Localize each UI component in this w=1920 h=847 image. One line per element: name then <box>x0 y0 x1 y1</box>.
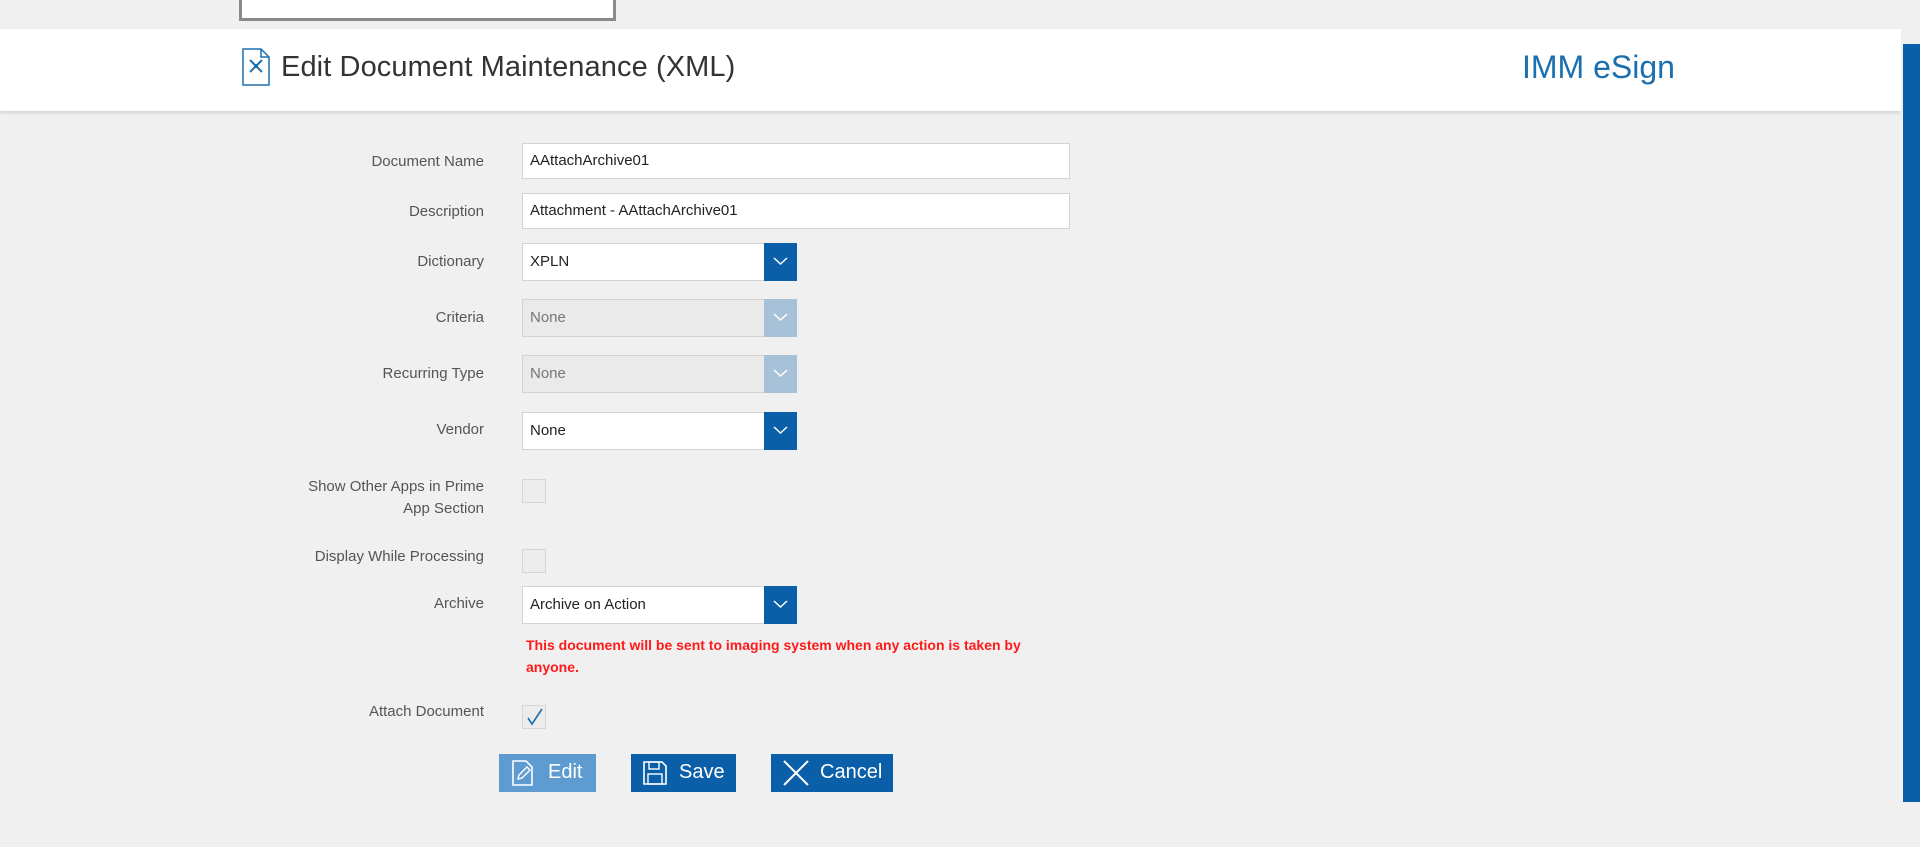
vendor-value: None <box>530 422 566 439</box>
document-name-label: Document Name <box>371 153 484 170</box>
criteria-value: None <box>530 309 566 326</box>
dictionary-select[interactable]: XPLN <box>522 243 797 281</box>
edit-pencil-icon <box>510 759 536 793</box>
dictionary-label: Dictionary <box>417 253 484 270</box>
cancel-button-label: Cancel <box>820 761 883 783</box>
chevron-down-icon <box>773 369 788 378</box>
scrollbar-thumb[interactable] <box>1903 44 1920 802</box>
archive-dropdown-button[interactable] <box>764 586 797 624</box>
edit-button[interactable]: Edit <box>499 754 596 792</box>
attach-document-checkbox[interactable] <box>522 705 546 729</box>
vendor-select[interactable]: None <box>522 412 797 450</box>
criteria-select: None <box>522 299 797 337</box>
attach-document-label: Attach Document <box>368 703 484 720</box>
page-title: Edit Document Maintenance (XML) <box>281 51 736 83</box>
cancel-button[interactable]: Cancel <box>771 754 893 792</box>
archive-warning-text: This document will be sent to imaging sy… <box>526 637 1021 675</box>
recurring-type-value: None <box>530 365 566 382</box>
dictionary-value: XPLN <box>530 253 570 270</box>
save-floppy-icon <box>642 759 668 793</box>
recurring-type-dropdown-button <box>764 355 797 393</box>
save-button[interactable]: Save <box>631 754 736 792</box>
close-icon <box>782 759 810 793</box>
chevron-down-icon <box>773 313 788 322</box>
display-while-processing-checkbox[interactable] <box>522 549 546 573</box>
display-while-processing-label: Display While Processing <box>314 548 484 565</box>
description-label: Description <box>408 203 484 220</box>
top-nav-strip <box>0 0 1920 29</box>
show-other-apps-label: Show Other Apps in Prime App Section <box>308 478 484 517</box>
brand-name: IMM eSign <box>1522 49 1675 85</box>
archive-select[interactable]: Archive on Action <box>522 586 797 624</box>
checkmark-icon <box>527 708 543 726</box>
chevron-down-icon <box>773 257 788 266</box>
top-logo-box[interactable] <box>239 0 616 21</box>
save-button-label: Save <box>679 761 725 783</box>
edit-button-label: Edit <box>548 761 583 783</box>
archive-value: Archive on Action <box>530 596 646 613</box>
document-name-input[interactable]: AAttachArchive01 <box>522 143 1070 179</box>
description-input[interactable]: Attachment - AAttachArchive01 <box>522 193 1070 229</box>
recurring-type-select: None <box>522 355 797 393</box>
chevron-down-icon <box>773 600 788 609</box>
chevron-down-icon <box>773 426 788 435</box>
criteria-dropdown-button <box>764 299 797 337</box>
dictionary-dropdown-button[interactable] <box>764 243 797 281</box>
recurring-type-label: Recurring Type <box>382 365 484 382</box>
page-header: Edit Document Maintenance (XML) IMM eSig… <box>0 29 1901 111</box>
archive-label: Archive <box>433 595 484 612</box>
vendor-label: Vendor <box>436 421 484 438</box>
document-edit-icon <box>241 48 271 86</box>
show-other-apps-checkbox[interactable] <box>522 479 546 503</box>
vendor-dropdown-button[interactable] <box>764 412 797 450</box>
criteria-label: Criteria <box>435 309 484 326</box>
